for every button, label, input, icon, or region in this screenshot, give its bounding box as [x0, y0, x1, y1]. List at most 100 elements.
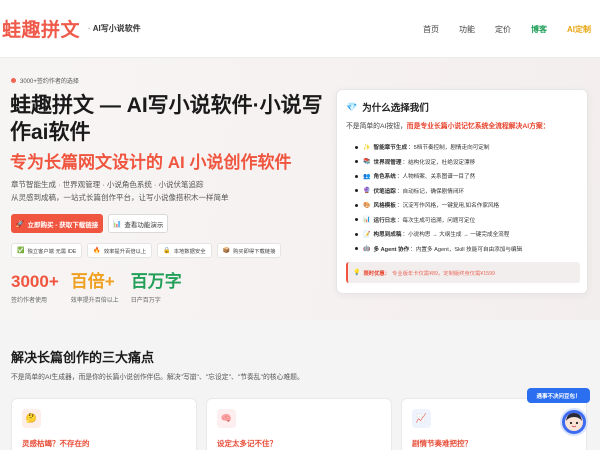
bullet-icon — [355, 189, 358, 193]
feature-name: 角色系统 — [373, 174, 396, 181]
pain-card-label: 设定太多记不住？ — [217, 439, 277, 448]
bullet-icon — [355, 145, 358, 149]
assistant-face-icon — [565, 413, 583, 431]
hero-description: 章节智能生成 · 世界观管理 · 小说角色系统 · 小说伏笔追踪 从灵感到成稿，… — [11, 179, 229, 204]
view-demo-button[interactable]: 📊 查看功能演示 — [108, 214, 168, 233]
feature-text: ：小说构思 → 大纲生成 → 一键完成全流程 — [402, 232, 510, 239]
nav-home[interactable]: 首页 — [423, 24, 439, 35]
feature-name: 多 Agent 协作 — [373, 246, 410, 253]
hero-badge-text: 3000+签约作者的选择 — [20, 79, 79, 85]
brand-subtitle-text: AI写小说软件 — [92, 24, 141, 33]
diamond-icon: 💎 — [346, 101, 358, 112]
feature-text: ：5档节奏控制，剧情走向可定制 — [408, 145, 490, 152]
promo-text: 专业版年卡仅需¥89，定制版终身仅需¥1599 — [391, 270, 496, 277]
badge-dot-icon — [11, 78, 16, 83]
tag-download-link: 📦 购买即得下载链接 — [216, 243, 282, 258]
pain-section-subtitle: 不是简单的AI生成器，而是你的长篇小说创作伴侣。解决"写崩"、"忘设定"、"节奏… — [11, 374, 304, 381]
bullet-icon — [355, 203, 358, 207]
tag-label: 本地数据安全 — [173, 248, 206, 255]
hero-badge: 3000+签约作者的选择 — [11, 76, 79, 85]
stat-efficiency: 百倍+ 效率提升百倍以上 — [71, 272, 119, 304]
tag-label: 效率提升百倍以上 — [103, 248, 147, 255]
buy-now-button[interactable]: 🚀 立即购买 - 获取下载链接 — [11, 214, 103, 233]
feature-item: 📝 构思到成稿 ：小说构思 → 大纲生成 → 一键完成全流程 — [355, 227, 585, 242]
why-choose-card: 💎 为什么选择我们 不是简单的AI按钮，而是专业长篇小说记忆系统全流程解决AI方案… — [336, 89, 588, 294]
top-header: 蛙趣拼文 · AI写小说软件 首页 功能 定价 博客 AI定制 — [0, 0, 600, 58]
promo-label: 限时优惠： — [363, 270, 390, 277]
stat-value: 百万字 — [130, 272, 182, 291]
hero-stats: 3000+ 签约作者使用 百倍+ 效率提升百倍以上 百万字 日产百万字 — [11, 272, 194, 304]
sparkle-icon: ✨ — [363, 144, 371, 151]
feature-list: ✨ 智能章节生成 ：5档节奏控制，剧情走向可定制 📚 世界观管理 ：结构化设定，杜绝设定… — [355, 140, 585, 256]
card-title: 💎 为什么选择我们 — [346, 100, 429, 115]
tag-local-data: 🔒 本地数据安全 — [157, 243, 212, 258]
pain-card-pacing[interactable]: 📈 剧情节奏难把控？ — [401, 398, 587, 450]
bullet-icon — [355, 247, 358, 251]
pain-card-label: 剧情节奏难把控？ — [412, 439, 472, 448]
feature-item: 🎨 风格模板 ：沉淀写作风格，一键复用,如名作家风格 — [355, 198, 585, 213]
people-icon: 👥 — [363, 173, 371, 180]
check-icon: ✅ — [17, 248, 25, 254]
robot-icon: 🤖 — [363, 246, 371, 253]
feature-name: 世界观管理 — [373, 159, 402, 166]
stat-label: 日产百万字 — [130, 298, 161, 304]
assistant-avatar[interactable] — [560, 408, 588, 436]
book-icon: 📚 — [363, 159, 371, 166]
pencil-icon: 📝 — [363, 231, 371, 238]
bullet-icon — [355, 232, 358, 236]
stat-label: 签约作者使用 — [11, 298, 48, 304]
buy-now-label: 立即购买 - 获取下载链接 — [27, 221, 99, 229]
feature-text: ：沉淀写作风格，一键复用,如名作家风格 — [396, 203, 500, 210]
feature-item: 👥 角色系统 ：人物档案、关系图谱一目了然 — [355, 169, 585, 184]
flame-icon: 🔥 — [93, 248, 101, 254]
card-intro-plain: 不是简单的AI按钮， — [346, 123, 407, 130]
feature-name: 风格模板 — [373, 203, 396, 210]
assistant-bubble[interactable]: 遇事不决问豆包！ — [527, 388, 590, 403]
stat-authors: 3000+ 签约作者使用 — [11, 272, 59, 304]
pain-card-settings[interactable]: 🧠 设定太多记不住？ — [206, 398, 392, 450]
lightbulb-icon: 💡 — [353, 270, 361, 276]
hero-desc-line2: 从灵感到成稿，一站式长篇创作平台，让写小说像搭积木一样简单 — [11, 192, 229, 202]
chart-icon: 📊 — [112, 220, 122, 228]
stat-label: 效率提升百倍以上 — [70, 298, 119, 304]
card-title-text: 为什么选择我们 — [362, 103, 429, 114]
nav-pricing[interactable]: 定价 — [495, 24, 511, 35]
hero-desc-line1: 章节智能生成 · 世界观管理 · 小说角色系统 · 小说伏笔追踪 — [11, 180, 204, 189]
thinking-face-icon: 🤔 — [22, 409, 41, 428]
nav-ai-custom[interactable]: AI定制 — [567, 24, 591, 35]
stat-value: 百倍+ — [70, 272, 115, 291]
tag-standalone-client: ✅ 独立客户端 无需 IDE — [11, 243, 83, 258]
card-intro-highlight: 而是专业长篇小说记忆系统全流程解决AI方案： — [406, 123, 550, 130]
feature-item: 📊 运行日志 ：每次生成可追溯，问题可定位 — [355, 213, 585, 228]
bullet-icon — [355, 218, 358, 222]
feature-item: ✨ 智能章节生成 ：5档节奏控制，剧情走向可定制 — [355, 140, 585, 155]
feature-name: 伏笔追踪 — [373, 188, 396, 195]
card-intro: 不是简单的AI按钮，而是专业长篇小说记忆系统全流程解决AI方案： — [346, 120, 550, 130]
nav-blog[interactable]: 博客 — [531, 24, 547, 35]
hero-title: 蛙趣拼文 — AI写小说软件·小说写作ai软件 — [10, 94, 323, 144]
log-chart-icon: 📊 — [363, 217, 371, 224]
pain-card-label: 灵感枯竭？不存在的 — [22, 439, 90, 448]
feature-text: ：每次生成可追溯，问题可定位 — [396, 217, 476, 224]
feature-tags: ✅ 独立客户端 无需 IDE 🔥 效率提升百倍以上 🔒 本地数据安全 📦 购买即得下载链… — [11, 243, 286, 258]
feature-name: 运行日志 — [373, 217, 396, 224]
palette-icon: 🎨 — [363, 202, 371, 209]
feature-text: ：自动标记，确保剧情闭环 — [396, 188, 465, 195]
brain-icon: 🧠 — [217, 409, 236, 428]
pain-section-title: 解决长篇创作的三大痛点 — [11, 350, 155, 365]
feature-name: 构思到成稿 — [373, 232, 402, 239]
magnifier-icon: 🔮 — [363, 188, 371, 195]
bullet-icon — [355, 160, 358, 164]
pain-card-inspiration[interactable]: 🤔 灵感枯竭？不存在的 — [11, 398, 197, 450]
stat-value: 3000+ — [11, 272, 59, 291]
brand-subtitle: · AI写小说软件 — [88, 24, 141, 33]
nav-features[interactable]: 功能 — [459, 24, 475, 35]
site-logo[interactable]: 蛙趣拼文 — [2, 15, 80, 42]
hero-subtitle: 专为长篇网文设计的 AI 小说创作软件 — [10, 153, 292, 172]
tag-label: 独立客户端 无需 IDE — [27, 248, 77, 255]
rocket-icon: 🚀 — [15, 220, 25, 228]
feature-text: ：人物档案、关系图谱一目了然 — [396, 174, 476, 181]
promo-banner[interactable]: 💡 限时优惠： 专业版年卡仅需¥89，定制版终身仅需¥1599 — [346, 262, 580, 283]
tag-efficiency: 🔥 效率提升百倍以上 — [87, 243, 153, 258]
stat-words: 百万字 日产百万字 — [131, 272, 182, 304]
